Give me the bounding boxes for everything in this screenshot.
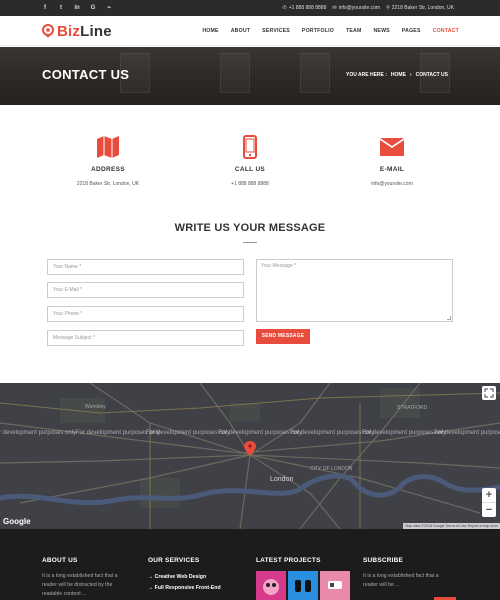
zoom-control: + − [482, 488, 496, 517]
logo[interactable]: BizLine [42, 21, 112, 41]
call-block: CALL US +1 888 888 8888 [190, 134, 310, 187]
breadcrumb-label: YOU ARE HERE : [345, 72, 387, 78]
zoom-in-button[interactable]: + [482, 488, 496, 502]
nav-home[interactable]: HOME [202, 28, 218, 34]
nav-news[interactable]: NEWS [373, 28, 389, 34]
top-phone-text: +1 888 888 8888 [288, 5, 327, 11]
email-value[interactable]: info@yoursite.com [332, 181, 452, 187]
banner-bg-window [300, 53, 330, 93]
zoom-out-button[interactable]: − [482, 503, 496, 517]
phone-icon [190, 134, 310, 160]
banner-bg-window [220, 53, 250, 93]
project-thumbnail[interactable] [256, 571, 286, 600]
dev-notice: For development purposes only [434, 430, 500, 436]
footer-subscribe: SUBSCRIBE It is a long established fact … [363, 557, 453, 590]
footer-subscribe-text: It is a long established fact that a rea… [363, 573, 439, 588]
phone-field[interactable]: Your Phone * [47, 306, 244, 322]
top-contacts: ✆ +1 888 888 8888 ✉ info@yoursite.com ⚲ … [282, 0, 454, 16]
breadcrumb-current: CONTACT US [415, 72, 448, 78]
email-title: E-MAIL [379, 166, 405, 173]
address-title: ADDRESS [91, 166, 125, 173]
fullscreen-icon [484, 388, 494, 398]
map-label-stratford: STRATFORD [397, 405, 428, 411]
twitter-icon[interactable]: t [58, 0, 64, 16]
map-label-london: London [270, 476, 294, 483]
map[interactable]: For development purposes only For develo… [0, 383, 500, 529]
phone-small-icon: ✆ [282, 5, 287, 11]
google-logo[interactable]: Google [3, 517, 31, 526]
logo-icon [42, 24, 54, 38]
footer-projects-title: LATEST PROJECTS [256, 557, 321, 564]
map-label-city-of-london: CITY OF LONDON [310, 466, 353, 472]
form-title: WRITE US YOUR MESSAGE [174, 222, 326, 234]
footer-about-title: ABOUT US [42, 557, 78, 564]
site-footer: ABOUT US It is a long established fact t… [0, 529, 500, 600]
page-title: CONTACT US [42, 67, 130, 82]
send-message-button[interactable]: SEND MESSAGE [256, 329, 310, 344]
footer-services-list: Creative Web Design Full Responsive Fron… [148, 572, 221, 594]
dev-notice: For development purposes only [0, 430, 77, 436]
call-value: +1 888 888 8888 [231, 181, 269, 187]
footer-projects: LATEST PROJECTS [256, 557, 350, 600]
email-block: E-MAIL info@yoursite.com [332, 134, 452, 187]
footer-service-item[interactable]: Full Responsive Front-End [148, 583, 221, 594]
google-icon[interactable]: G [90, 0, 96, 16]
footer-subscribe-title: SUBSCRIBE [363, 557, 404, 564]
facebook-icon[interactable]: f [42, 0, 48, 16]
pin-small-icon: ⚲ [386, 5, 390, 11]
footer-services-title: OUR SERVICES [148, 557, 200, 564]
map-label-wembley: Wembley [85, 404, 106, 410]
fullscreen-button[interactable] [482, 386, 496, 400]
message-placeholder: Your Message * [261, 263, 297, 269]
site-header: BizLine HOME ABOUT SERVICES PORTFOLIO TE… [0, 16, 500, 46]
page-title-banner: CONTACT US YOU ARE HERE : HOME › CONTACT… [0, 47, 500, 105]
logo-text: BizLine [57, 22, 112, 40]
nav-about[interactable]: ABOUT [231, 28, 250, 34]
footer-about-text: It is a long established fact that a rea… [42, 573, 118, 597]
main-nav: HOME ABOUT SERVICES PORTFOLIO TEAM NEWS … [202, 16, 459, 46]
address-block: ADDRESS 2218 Baker Str, London, UK [48, 134, 168, 187]
social-links: f t in G ⌁ [42, 0, 112, 16]
nav-contact[interactable]: CONTACT [433, 28, 459, 34]
nav-portfolio[interactable]: PORTFOLIO [302, 28, 334, 34]
envelope-small-icon: ✉ [332, 5, 337, 11]
top-address-text: 2218 Baker Str, London, UK [391, 5, 454, 11]
top-email[interactable]: ✉ info@yoursite.com [332, 0, 380, 16]
project-thumbnail[interactable] [288, 571, 318, 600]
top-bar: f t in G ⌁ ✆ +1 888 888 8888 ✉ info@your… [0, 0, 500, 16]
subject-field[interactable]: Message Subject * [47, 330, 244, 346]
breadcrumb: YOU ARE HERE : HOME › CONTACT US [346, 72, 448, 78]
email-field[interactable]: Your E-Mail * [47, 282, 244, 298]
top-address: ⚲ 2218 Baker Str, London, UK [386, 0, 454, 16]
breadcrumb-home[interactable]: HOME [391, 72, 406, 78]
message-textarea[interactable]: Your Message * [256, 259, 453, 322]
footer-about: ABOUT US It is a long established fact t… [42, 557, 132, 599]
nav-team[interactable]: TEAM [346, 28, 362, 34]
top-email-text[interactable]: info@yoursite.com [339, 0, 380, 16]
map-icon [48, 134, 168, 160]
address-value: 2218 Baker Str, London, UK [76, 181, 140, 187]
resize-grip-icon[interactable] [447, 316, 451, 320]
rss-icon[interactable]: ⌁ [106, 0, 112, 16]
call-title: CALL US [234, 166, 266, 173]
footer-services: OUR SERVICES Creative Web Design Full Re… [148, 557, 221, 594]
name-field[interactable]: Your Name * [47, 259, 244, 275]
nav-services[interactable]: SERVICES [262, 28, 290, 34]
project-thumbnails [256, 571, 350, 600]
footer-service-item[interactable]: Creative Web Design [148, 572, 221, 583]
nav-pages[interactable]: PAGES [402, 28, 421, 34]
top-phone: ✆ +1 888 888 8888 [282, 0, 326, 16]
project-thumbnail[interactable] [320, 571, 350, 600]
linkedin-icon[interactable]: in [74, 0, 80, 16]
breadcrumb-separator: › [409, 72, 412, 78]
title-divider [243, 242, 257, 243]
envelope-icon [332, 134, 452, 160]
